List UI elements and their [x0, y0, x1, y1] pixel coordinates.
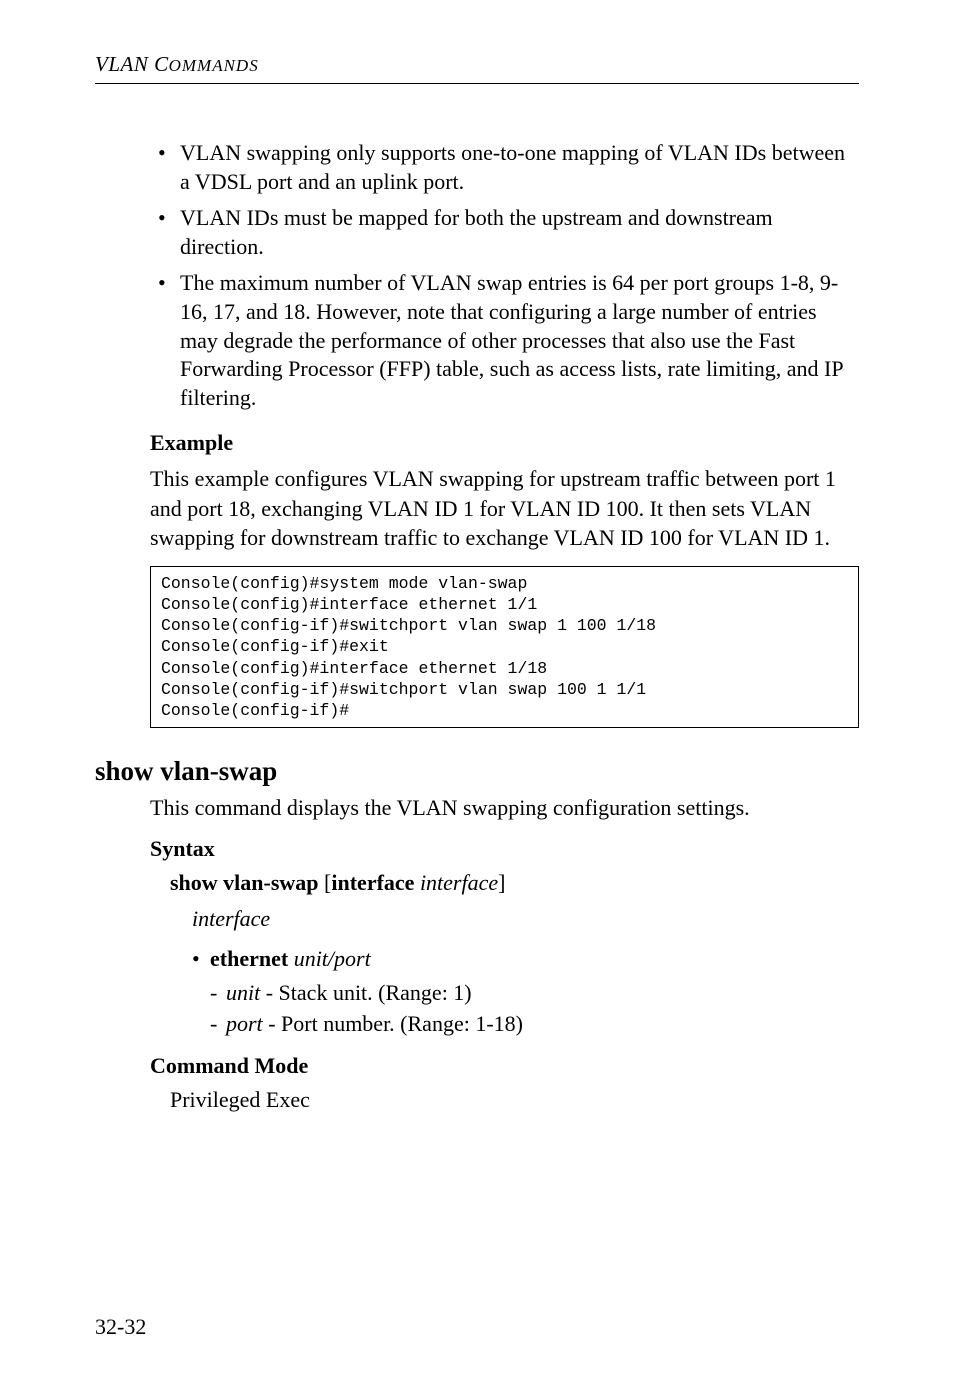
ethernet-keyword: ethernet — [210, 946, 288, 971]
port-arg: port — [226, 1011, 263, 1036]
example-description: This example configures VLAN swapping fo… — [150, 464, 859, 552]
syntax-keyword: interface — [331, 870, 414, 895]
command-description: This command displays the VLAN swapping … — [150, 793, 859, 822]
syntax-bracket-close: ] — [498, 870, 505, 895]
list-item: unit - Stack unit. (Range: 1) — [210, 978, 859, 1008]
command-title: show vlan-swap — [95, 756, 859, 787]
list-item: port - Port number. (Range: 1-18) — [210, 1009, 859, 1039]
header-rule — [95, 83, 859, 84]
syntax-cmd: show vlan-swap — [170, 870, 319, 895]
syntax-bracket-open: [ — [319, 870, 332, 895]
code-block: Console(config)#system mode vlan-swap Co… — [150, 566, 859, 728]
port-desc: - Port number. (Range: 1-18) — [263, 1011, 523, 1036]
command-mode-value: Privileged Exec — [170, 1087, 859, 1113]
list-item: VLAN IDs must be mapped for both the ups… — [150, 204, 859, 261]
syntax-line: show vlan-swap [interface interface] — [170, 870, 859, 896]
top-bullet-list: VLAN swapping only supports one-to-one m… — [150, 139, 859, 412]
syntax-arg: interface — [420, 870, 498, 895]
running-header: VLAN COMMANDS — [95, 52, 859, 77]
command-mode-label: Command Mode — [150, 1053, 859, 1079]
list-item: VLAN swapping only supports one-to-one m… — [150, 139, 859, 196]
interface-word: interface — [192, 906, 859, 932]
list-item: The maximum number of VLAN swap entries … — [150, 269, 859, 412]
header-prefix: VLAN C — [95, 52, 169, 76]
unit-desc: - Stack unit. (Range: 1) — [260, 980, 471, 1005]
ethernet-sublist: unit - Stack unit. (Range: 1) port - Por… — [210, 978, 859, 1039]
list-item: ethernet unit/port unit - Stack unit. (R… — [192, 944, 859, 1039]
unit-arg: unit — [226, 980, 260, 1005]
ethernet-args: unit/port — [294, 946, 371, 971]
header-suffix: OMMANDS — [169, 56, 259, 75]
syntax-label: Syntax — [150, 836, 859, 862]
ethernet-list: ethernet unit/port unit - Stack unit. (R… — [192, 944, 859, 1039]
page-number: 32-32 — [95, 1314, 146, 1340]
example-label: Example — [150, 430, 859, 456]
